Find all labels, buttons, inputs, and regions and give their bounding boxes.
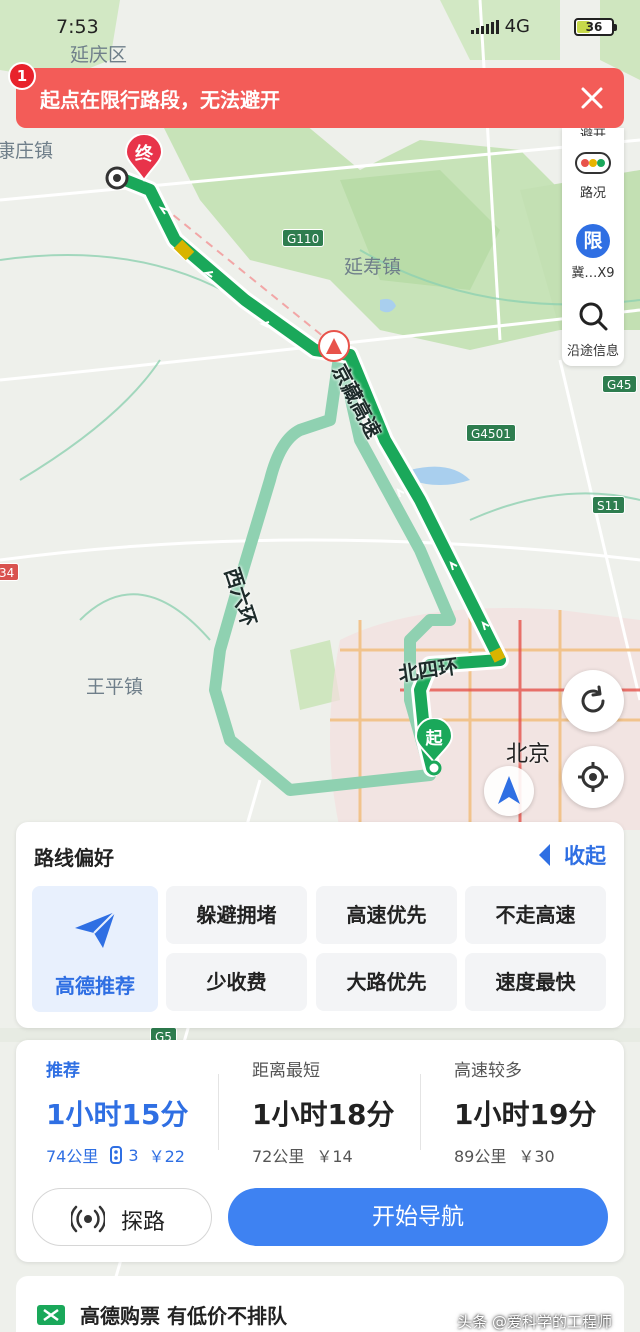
pref-option-less-toll[interactable]: 少收费 (166, 953, 307, 1011)
route-meta: 89公里 ￥30 (454, 1143, 640, 1167)
road-shield-edge: 34 (0, 563, 20, 581)
locate-button[interactable] (562, 746, 624, 808)
status-network: 4G (470, 16, 530, 37)
locate-icon (578, 762, 608, 792)
place-label-kangzhuang: 康庄镇 (0, 140, 54, 162)
ticket-icon (37, 1305, 65, 1325)
route-duration: 1小时18分 (252, 1098, 395, 1131)
paper-plane-icon (75, 911, 116, 948)
route-divider (420, 1074, 421, 1150)
battery-icon: 36 (574, 18, 617, 36)
route-toll: ￥22 (148, 1147, 185, 1166)
navigation-arrow-icon (498, 776, 520, 804)
route-tag: 距离最短 (252, 1061, 320, 1081)
pref-option-fastest[interactable]: 速度最快 (465, 953, 606, 1011)
place-label-beijing: 北京 (506, 742, 551, 767)
search-icon (579, 302, 608, 331)
end-marker[interactable]: 终 (124, 133, 164, 182)
refresh-button[interactable] (562, 670, 624, 732)
alert-message: 起点在限行路段，无法避开 (40, 88, 280, 112)
road-shield-g45: G45 (602, 375, 637, 393)
pref-option-recommended[interactable]: 高德推荐 (32, 886, 158, 1012)
tool-traffic[interactable]: 路况 (562, 152, 624, 201)
current-location-marker (484, 766, 534, 816)
refresh-icon (581, 685, 605, 713)
start-marker-label: 起 (425, 729, 443, 749)
route-toll: ￥30 (518, 1147, 555, 1166)
start-marker[interactable]: 起 (414, 717, 454, 776)
route-distance: 72公里 (252, 1147, 305, 1166)
route-option-shortest[interactable]: 距离最短 1小时18分 72公里 ￥14 (252, 1056, 452, 1167)
route-tag: 高速较多 (454, 1061, 522, 1081)
route-duration: 1小时19分 (454, 1098, 597, 1131)
route-preference-card: 路线偏好 收起 高德推荐 躲避拥堵 高速优先 不走高速 少收费 大路优先 速度最… (16, 822, 624, 1028)
road-shield-g110: G110 (282, 229, 325, 247)
pref-option-avoid-congestion[interactable]: 躲避拥堵 (166, 886, 307, 944)
route-meta: 74公里 3 ￥22 (46, 1143, 246, 1167)
route-preference-title: 路线偏好 (34, 846, 114, 870)
close-icon (581, 87, 603, 109)
pref-option-recommended-label: 高德推荐 (55, 974, 135, 998)
route-tag: 推荐 (46, 1061, 80, 1081)
promo-text: 高德购票 有低价不排队 (80, 1304, 287, 1328)
explore-route-button[interactable]: 探路 (32, 1188, 212, 1246)
status-time: 7:53 (56, 16, 99, 38)
start-navigation-button[interactable]: 开始导航 (228, 1188, 608, 1246)
battery-level: 36 (585, 20, 603, 34)
signal-icon (470, 19, 499, 34)
route-distance: 89公里 (454, 1147, 507, 1166)
route-distance: 74公里 (46, 1147, 99, 1166)
tool-along-route-label: 沿途信息 (566, 344, 619, 359)
collapse-button[interactable]: 收起 (539, 840, 606, 870)
tool-restriction-label: 冀…X9 (571, 266, 615, 281)
collapse-arrow-icon (539, 844, 550, 866)
ticket-promo-card[interactable]: 高德购票 有低价不排队 头条 @爱科学的工程师 (16, 1276, 624, 1332)
traffic-light-count-icon (110, 1146, 123, 1164)
pref-option-main-road[interactable]: 大路优先 (316, 953, 457, 1011)
network-type: 4G (504, 16, 530, 37)
explore-route-label: 探路 (121, 1210, 166, 1235)
place-label-wangping: 王平镇 (86, 676, 144, 698)
end-marker-label: 终 (135, 144, 153, 165)
tool-restriction[interactable]: 限 冀…X9 (562, 224, 624, 281)
status-bar: 7:53 4G 36 (0, 0, 640, 54)
restriction-alert-banner[interactable]: 1 起点在限行路段，无法避开 (8, 62, 624, 128)
restriction-icon: 限 (576, 224, 610, 258)
road-shield-s11: S11 (592, 496, 625, 514)
tool-along-route[interactable]: 沿途信息 (562, 300, 624, 359)
route-light-count: 3 (128, 1145, 139, 1165)
pref-option-highway-first[interactable]: 高速优先 (316, 886, 457, 944)
traffic-light-icon (575, 152, 611, 174)
place-label-yanshou: 延寿镇 (344, 256, 402, 278)
route-meta: 72公里 ￥14 (252, 1143, 452, 1167)
route-toll: ￥14 (316, 1147, 353, 1166)
alert-close-button[interactable] (578, 84, 606, 112)
alert-count-badge: 1 (8, 62, 36, 90)
broadcast-icon (71, 1205, 105, 1233)
map-tool-panel: 避开 路况 限 冀…X9 沿途信息 (562, 128, 624, 366)
watermark-text: 头条 @爱科学的工程师 (457, 1313, 612, 1331)
collapse-label: 收起 (564, 844, 606, 868)
route-duration: 1小时15分 (46, 1098, 189, 1131)
route-divider (218, 1074, 219, 1150)
route-option-recommended[interactable]: 推荐 1小时15分 74公里 3 ￥22 (46, 1056, 246, 1167)
route-option-more-highway[interactable]: 高速较多 1小时19分 89公里 ￥30 (454, 1056, 640, 1167)
route-options-card: 推荐 1小时15分 74公里 3 ￥22 距离最短 1小时18分 72公里 ￥1… (16, 1040, 624, 1262)
road-shield-g4501: G4501 (466, 424, 516, 442)
pref-option-no-highway[interactable]: 不走高速 (465, 886, 606, 944)
tool-traffic-label: 路况 (579, 186, 606, 201)
